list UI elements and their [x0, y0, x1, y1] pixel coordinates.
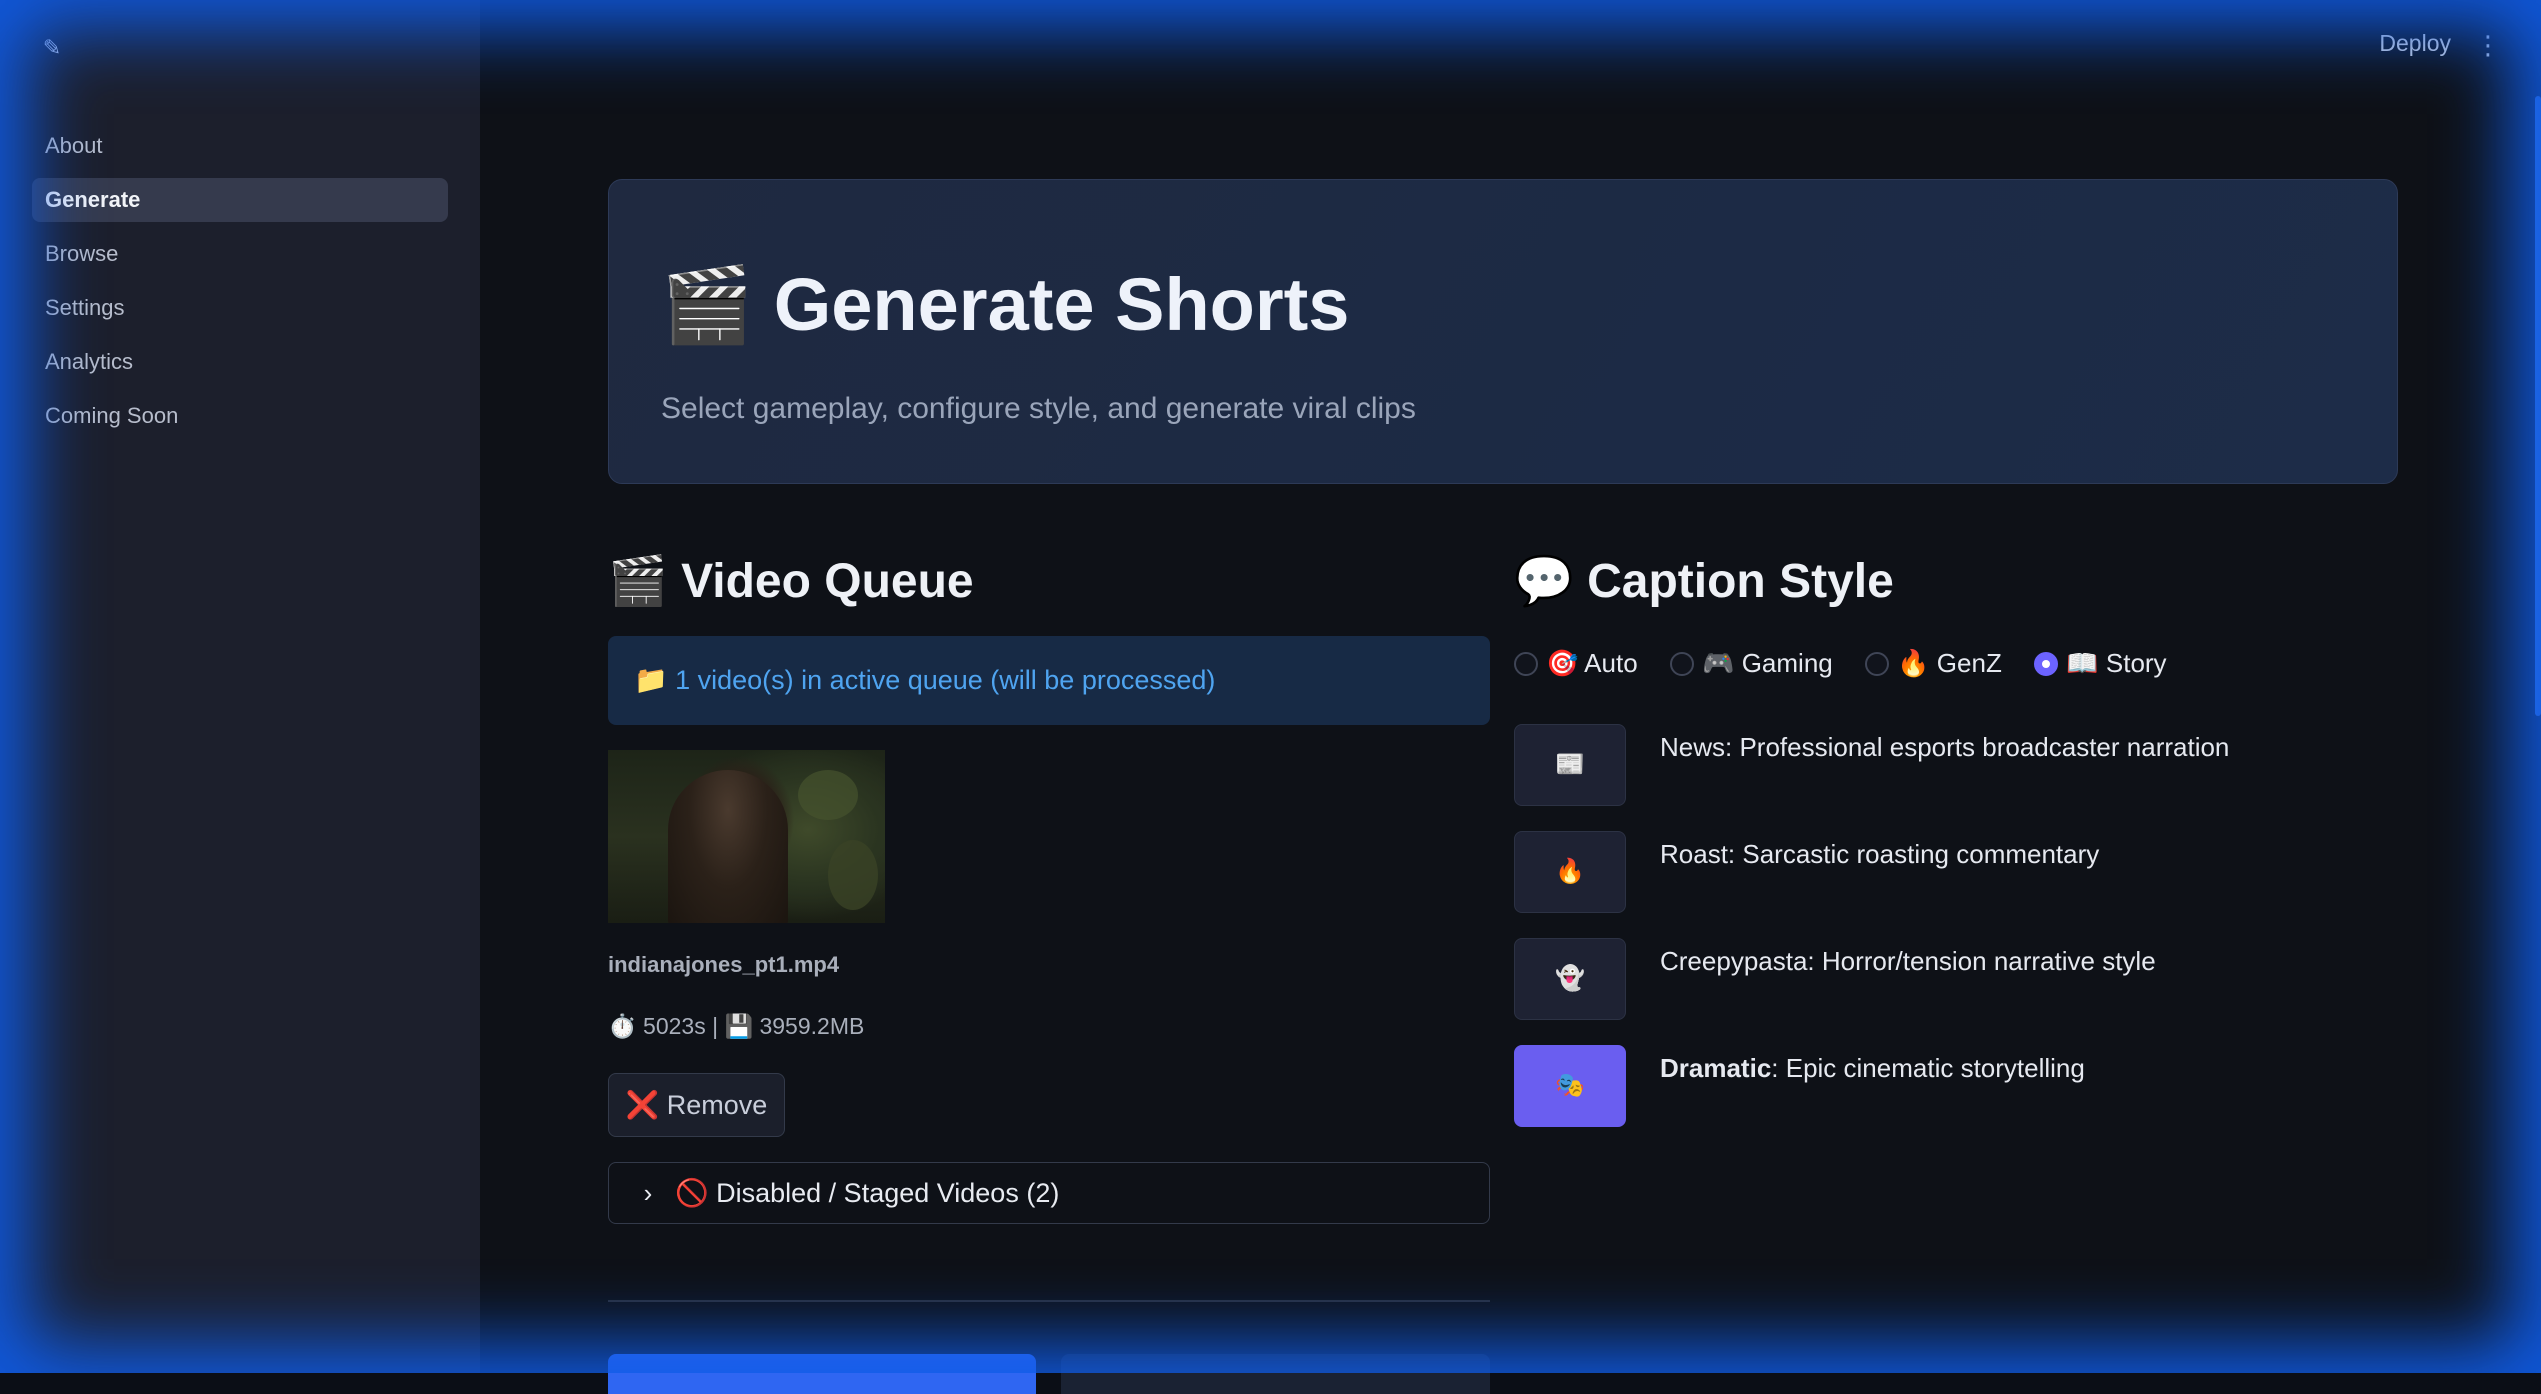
- sidebar-item-browse[interactable]: Browse: [32, 232, 448, 276]
- video-thumbnail: [608, 750, 885, 923]
- radio-dot[interactable]: [1514, 652, 1538, 676]
- app-logo-icon[interactable]: ✎: [36, 34, 68, 62]
- theater-masks-icon-button[interactable]: 🎭: [1514, 1045, 1626, 1127]
- radio-story[interactable]: 📖 Story: [2034, 648, 2167, 679]
- radio-label: 🎮 Gaming: [1702, 648, 1833, 678]
- deploy-button[interactable]: Deploy: [2379, 30, 2451, 57]
- radio-auto[interactable]: 🎯 Auto: [1514, 648, 1638, 679]
- ghost-icon-button[interactable]: 👻: [1514, 938, 1626, 1020]
- caption-style-heading: 💬 Caption Style: [1514, 555, 1894, 608]
- disabled-videos-expander[interactable]: › 🚫 Disabled / Staged Videos (2): [608, 1162, 1490, 1224]
- sidebar-item-about[interactable]: About: [32, 124, 448, 168]
- generate-primary-button[interactable]: [608, 1354, 1036, 1394]
- more-menu-icon[interactable]: ⋮: [2475, 30, 2501, 60]
- style-option-news: 📰 News: Professional esports broadcaster…: [1514, 724, 2514, 806]
- style-option-dramatic: 🎭 Dramatic: Epic cinematic storytelling: [1514, 1045, 2514, 1127]
- sidebar: ✎ About Generate Browse Settings Analyti…: [0, 0, 480, 1373]
- sidebar-item-generate[interactable]: Generate: [32, 178, 448, 222]
- sidebar-item-analytics[interactable]: Analytics: [32, 340, 448, 384]
- queue-info-alert: 📁 1 video(s) in active queue (will be pr…: [608, 636, 1490, 725]
- sidebar-item-settings[interactable]: Settings: [32, 286, 448, 330]
- radio-label: 📖 Story: [2066, 648, 2167, 678]
- secondary-action-button[interactable]: [1061, 1354, 1490, 1394]
- radio-dot[interactable]: [1670, 652, 1695, 676]
- newspaper-icon-button[interactable]: 📰: [1514, 724, 1626, 806]
- page-subtitle: Select gameplay, configure style, and ge…: [661, 392, 1416, 425]
- style-description: News: Professional esports broadcaster n…: [1660, 732, 2230, 762]
- radio-dot-selected[interactable]: [2034, 652, 2059, 676]
- radio-genz[interactable]: 🔥 GenZ: [1865, 648, 2002, 679]
- app-frame: ✎ About Generate Browse Settings Analyti…: [0, 0, 2541, 1394]
- sidebar-item-coming-soon[interactable]: Coming Soon: [32, 394, 448, 438]
- video-filename: indianajones_pt1.mp4: [608, 952, 840, 977]
- style-description: Creepypasta: Horror/tension narrative st…: [1660, 946, 2156, 976]
- radio-gaming[interactable]: 🎮 Gaming: [1670, 648, 1833, 679]
- radio-label: 🔥 GenZ: [1897, 648, 2002, 678]
- section-divider: [608, 1300, 1490, 1302]
- video-queue-heading: 🎬 Video Queue: [608, 555, 974, 608]
- chevron-right-icon: ›: [643, 1178, 653, 1208]
- style-option-roast: 🔥 Roast: Sarcastic roasting commentary: [1514, 831, 2514, 913]
- page-title: 🎬 Generate Shorts: [661, 263, 1350, 346]
- fire-icon-button[interactable]: 🔥: [1514, 831, 1626, 913]
- video-meta: ⏱️ 5023s | 💾 3959.2MB: [608, 1013, 865, 1039]
- caption-style-radio-group: 🎯 Auto 🎮 Gaming 🔥 GenZ 📖 Story: [1514, 648, 2195, 688]
- style-description: Roast: Sarcastic roasting commentary: [1660, 839, 2100, 869]
- hero-banner: 🎬 Generate Shorts Select gameplay, confi…: [608, 179, 2398, 484]
- page-scrollbar[interactable]: [2535, 96, 2541, 716]
- sidebar-nav: About Generate Browse Settings Analytics…: [32, 124, 448, 448]
- radio-label: 🎯 Auto: [1546, 648, 1638, 678]
- disabled-videos-label: 🚫 Disabled / Staged Videos (2): [675, 1178, 1060, 1208]
- remove-video-button[interactable]: ❌ Remove: [608, 1073, 785, 1137]
- style-option-creepypasta: 👻 Creepypasta: Horror/tension narrative …: [1514, 938, 2514, 1020]
- radio-dot[interactable]: [1865, 652, 1890, 676]
- style-description: Dramatic: Epic cinematic storytelling: [1660, 1053, 2085, 1083]
